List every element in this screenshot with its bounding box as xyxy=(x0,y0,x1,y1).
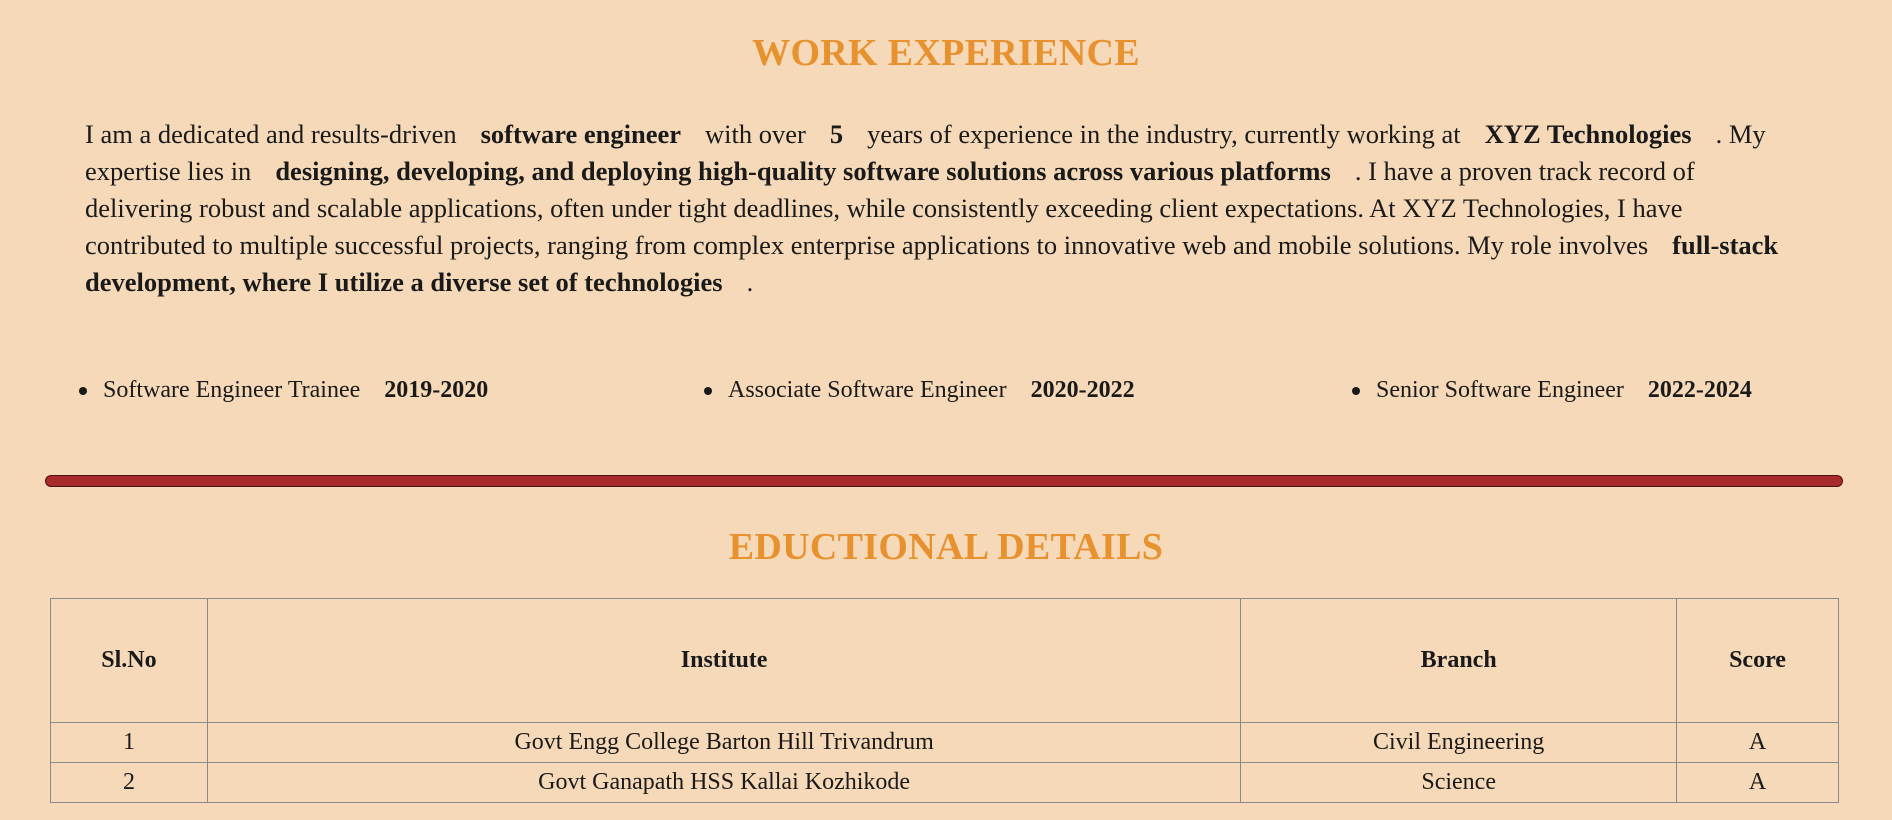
table-row: 1 Govt Engg College Barton Hill Trivandr… xyxy=(50,722,1839,763)
cell-branch: Science xyxy=(1240,762,1678,803)
summary-text: I am a dedicated and results-driven xyxy=(85,119,457,149)
cell-slno: 1 xyxy=(50,722,208,763)
summary-text: years of experience in the industry, cur… xyxy=(867,119,1461,149)
cell-branch: Civil Engineering xyxy=(1240,722,1678,763)
summary-text: with over xyxy=(705,119,806,149)
cell-institute: Govt Engg College Barton Hill Trivandrum xyxy=(206,722,1242,763)
column-header-institute: Institute xyxy=(206,598,1242,723)
column-header-branch: Branch xyxy=(1240,598,1678,723)
cell-score: A xyxy=(1676,762,1839,803)
table-header-row: Sl.No Institute Branch Score xyxy=(50,598,1839,723)
cell-score: A xyxy=(1676,722,1839,763)
summary-highlight-company: XYZ Technologies xyxy=(1484,119,1692,149)
summary-highlight-expertise: designing, developing, and deploying hig… xyxy=(275,156,1331,186)
role-years: 2020-2022 xyxy=(1030,377,1135,403)
summary-text: . xyxy=(746,267,754,297)
cell-institute: Govt Ganapath HSS Kallai Kozhikode xyxy=(206,762,1242,803)
work-experience-title: WORK EXPERIENCE xyxy=(752,32,1140,74)
summary-highlight-years: 5 xyxy=(829,119,844,149)
role-item: Senior Software Engineer 2022-2024 xyxy=(1352,372,1752,408)
column-header-score: Score xyxy=(1676,598,1839,723)
role-title: Associate Software Engineer xyxy=(728,377,1007,403)
cell-slno: 2 xyxy=(50,762,208,803)
summary-highlight-role: software engineer xyxy=(480,119,681,149)
role-years: 2019-2020 xyxy=(384,377,489,403)
section-divider xyxy=(45,475,1843,487)
table-row: 2 Govt Ganapath HSS Kallai Kozhikode Sci… xyxy=(50,762,1839,803)
column-header-slno: Sl.No xyxy=(50,598,208,723)
education-table: Sl.No Institute Branch Score 1 Govt Engg… xyxy=(50,598,1839,803)
education-title: EDUCTIONAL DETAILS xyxy=(728,526,1164,568)
work-summary-paragraph: I am a dedicated and results-driven softw… xyxy=(85,116,1805,301)
role-item: Associate Software Engineer 2020-2022 xyxy=(704,372,1135,408)
role-title: Senior Software Engineer xyxy=(1376,377,1624,403)
role-item: Software Engineer Trainee 2019-2020 xyxy=(78,372,489,408)
role-years: 2022-2024 xyxy=(1647,377,1752,403)
role-title: Software Engineer Trainee xyxy=(103,377,361,403)
